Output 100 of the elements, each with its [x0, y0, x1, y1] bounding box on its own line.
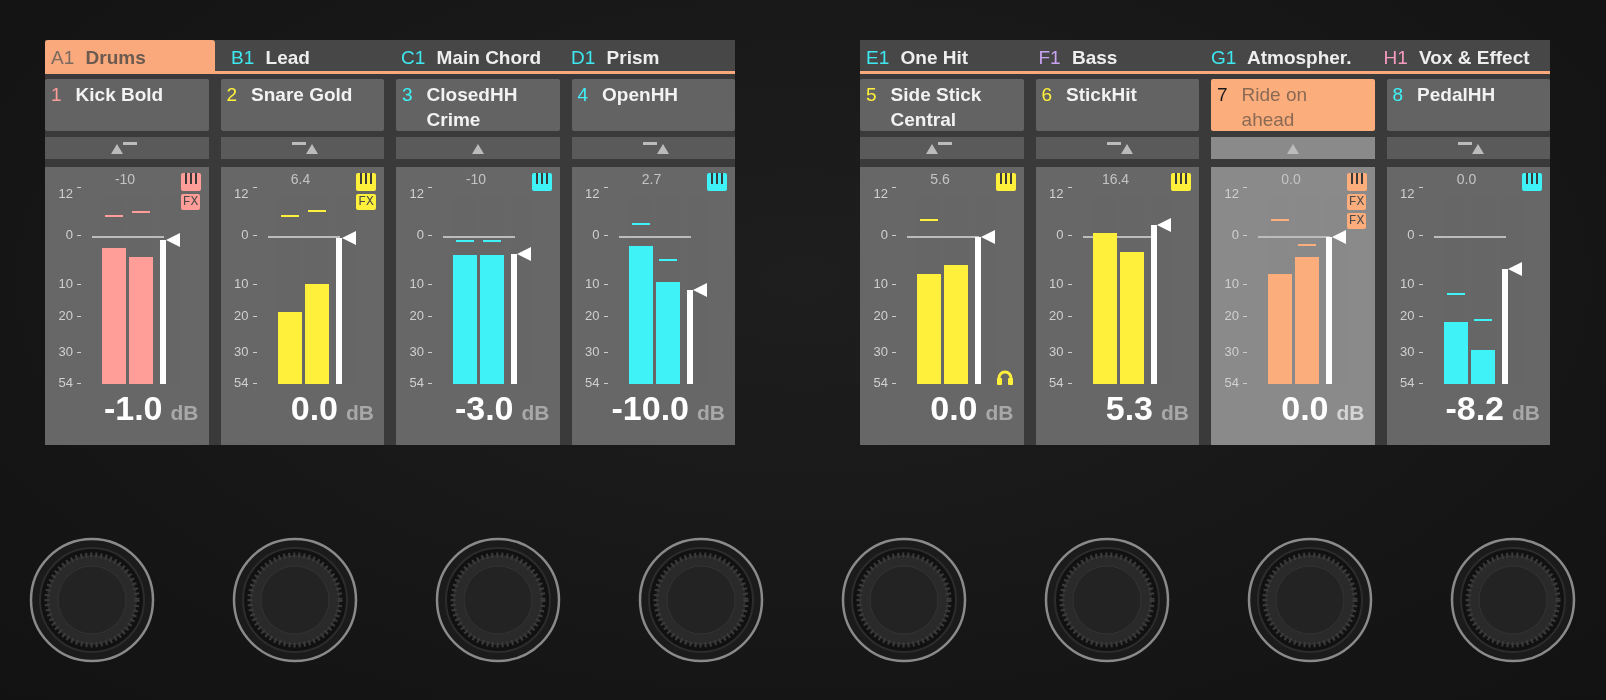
scale-label: 54	[408, 375, 424, 391]
group-tab[interactable]: G1 Atmospher.	[1205, 40, 1378, 71]
scale-label: 12	[584, 186, 600, 202]
scale-label: 20	[233, 308, 249, 325]
pan-bar[interactable]	[1035, 137, 1199, 159]
scale-label: 20	[57, 308, 73, 325]
scale-label: 54	[1048, 375, 1064, 391]
scale-label: 0	[591, 226, 600, 243]
channel-name-box[interactable]: 1 Kick Bold	[45, 79, 209, 131]
volume-unit: dB	[170, 401, 199, 425]
volume-unit: dB	[1512, 401, 1540, 425]
scale-label: 30	[1048, 343, 1064, 360]
scale-label: 54	[584, 375, 600, 391]
scale-label: 12	[1048, 186, 1064, 202]
scale-label: 0	[1055, 226, 1064, 243]
scale-label: 30	[408, 343, 424, 360]
pan-bar[interactable]	[571, 137, 735, 159]
scale-label: 30	[233, 343, 249, 360]
keyboard-icon	[707, 173, 727, 191]
scale-label: 12	[57, 186, 73, 202]
fader-thumb[interactable]	[166, 233, 180, 248]
fader-thumb[interactable]	[341, 231, 356, 246]
volume-unit: dB	[697, 401, 725, 425]
peak-reading: -10	[464, 171, 488, 187]
channel-name-box[interactable]: 7 Ride on ahead	[1211, 79, 1375, 131]
keyboard-icon	[531, 173, 552, 191]
peak-reading: 16.4	[1100, 171, 1131, 187]
fx-badge: FX	[1346, 213, 1367, 229]
knob[interactable]	[638, 537, 764, 663]
fader-thumb[interactable]	[1332, 229, 1346, 244]
fx-badge: FX	[180, 194, 201, 210]
scale-label: 10	[233, 275, 249, 292]
scale-label: 30	[1399, 343, 1415, 360]
keyboard-icon	[1522, 173, 1542, 191]
scale-label: 0	[64, 226, 73, 243]
volume-value: 5.3	[1105, 389, 1153, 428]
scale-label: 20	[1399, 308, 1415, 325]
volume-value: 0.0	[930, 389, 978, 428]
fader-thumb[interactable]	[1156, 218, 1171, 233]
knob[interactable]	[232, 537, 358, 663]
channel-name-box[interactable]: 5 Side Stick Central	[860, 79, 1024, 131]
keyboard-icon	[356, 173, 376, 191]
scale-label: 12	[408, 186, 424, 202]
knob[interactable]	[1044, 537, 1170, 663]
scale-label: 20	[872, 308, 888, 325]
group-tab[interactable]: H1 Vox & Effect	[1377, 40, 1550, 71]
volume-value: 0.0	[290, 389, 338, 428]
peak-reading: 6.4	[289, 171, 312, 187]
scale-label: 10	[584, 275, 600, 292]
fader-thumb[interactable]	[981, 229, 995, 244]
scale-label: 20	[584, 308, 600, 325]
scale-label: 10	[872, 275, 888, 292]
channel-name-box[interactable]: 6 StickHit	[1035, 79, 1199, 131]
scale-label: 12	[872, 186, 888, 202]
knob[interactable]	[841, 537, 967, 663]
scale-label: 54	[1399, 375, 1415, 391]
volume-value: -10.0	[611, 389, 689, 428]
fx-badge: FX	[356, 194, 376, 210]
channel-name-box[interactable]: 3 ClosedHH Crime	[396, 79, 560, 131]
scale-label: 30	[584, 343, 600, 360]
group-tab[interactable]: D1 Prism	[565, 40, 735, 71]
group-tab[interactable]: F1 Bass	[1032, 40, 1205, 71]
knob[interactable]	[29, 537, 155, 663]
group-tab[interactable]: B1 Lead	[225, 40, 395, 71]
scale-label: 10	[1399, 275, 1415, 292]
pan-bar[interactable]	[1386, 137, 1550, 159]
scale-label: 54	[233, 375, 249, 391]
knob[interactable]	[1450, 537, 1576, 663]
knob[interactable]	[1247, 537, 1373, 663]
volume-unit: dB	[521, 401, 550, 425]
channel-name-box[interactable]: 8 PedalHH	[1386, 79, 1550, 131]
scale-label: 20	[408, 308, 424, 325]
scale-label: 20	[1223, 308, 1239, 325]
keyboard-icon	[1346, 173, 1367, 191]
volume-value: -8.2	[1445, 389, 1504, 428]
pan-bar[interactable]	[45, 137, 209, 159]
scale-label: 12	[1399, 186, 1415, 202]
scale-label: 0	[879, 226, 888, 243]
group-tab[interactable]: C1 Main Chord	[395, 40, 565, 71]
pan-bar[interactable]	[220, 137, 384, 159]
scale-label: 54	[872, 375, 888, 391]
fader-thumb[interactable]	[692, 282, 707, 297]
volume-unit: dB	[346, 401, 374, 425]
fader-thumb[interactable]	[517, 246, 531, 261]
scale-label: 10	[57, 275, 73, 292]
scale-label: 0	[1230, 226, 1239, 243]
group-tab[interactable]: E1 One Hit	[860, 40, 1033, 71]
channel-name-box[interactable]: 2 Snare Gold	[220, 79, 384, 131]
scale-label: 30	[872, 343, 888, 360]
pan-bar[interactable]	[860, 137, 1024, 159]
volume-unit: dB	[1336, 401, 1365, 425]
knob[interactable]	[435, 537, 561, 663]
peak-reading: 2.7	[640, 171, 663, 187]
scale-label: 0	[1406, 226, 1415, 243]
channel-name-box[interactable]: 4 OpenHH	[571, 79, 735, 131]
fader-thumb[interactable]	[1507, 261, 1522, 276]
keyboard-icon	[995, 173, 1016, 191]
volume-value: -1.0	[103, 389, 163, 428]
scale-label: 12	[1223, 186, 1239, 202]
scale-label: 54	[57, 375, 73, 391]
